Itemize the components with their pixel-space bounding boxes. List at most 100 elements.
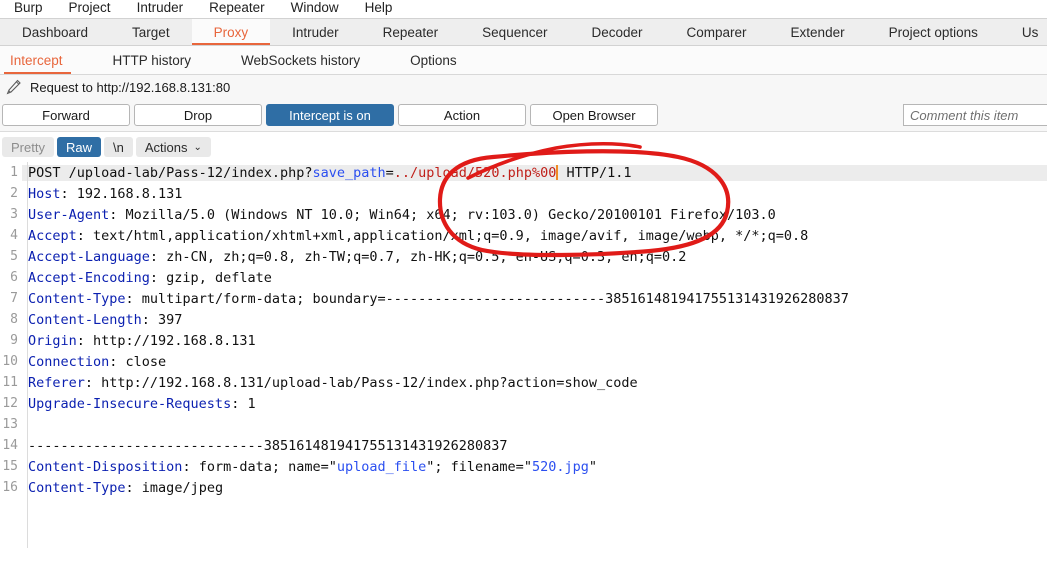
intercept-toggle-button[interactable]: Intercept is on <box>266 104 394 126</box>
code-token: : zh-CN, zh;q=0.8, zh-TW;q=0.7, zh-HK;q=… <box>149 248 687 265</box>
code-token: : 192.168.8.131 <box>60 185 183 202</box>
tab-project-options[interactable]: Project options <box>867 19 1000 45</box>
menu-item-repeater[interactable]: Repeater <box>199 0 281 16</box>
code-line[interactable]: 10 Connection: close <box>0 351 1047 372</box>
forward-button[interactable]: Forward <box>2 104 130 126</box>
menu-item-help[interactable]: Help <box>355 0 409 16</box>
request-editor[interactable]: 1 POST /upload-lab/Pass-12/index.php?save… <box>0 162 1047 548</box>
code-line[interactable]: 12 Upgrade-Insecure-Requests: 1 <box>0 393 1047 414</box>
code-token: Upgrade-Insecure-Requests <box>28 395 232 412</box>
code-line[interactable]: 13 <box>0 414 1047 435</box>
code-token: Origin <box>28 332 77 349</box>
code-line-text[interactable]: POST /upload-lab/Pass-12/index.php?save_… <box>22 164 1047 181</box>
line-number: 10 <box>2 354 18 369</box>
comment-input[interactable]: Comment this item <box>903 104 1047 126</box>
menu-item-intruder[interactable]: Intruder <box>127 0 200 16</box>
menu-item-window[interactable]: Window <box>281 0 355 16</box>
code-line-text[interactable]: Accept-Encoding: gzip, deflate <box>22 270 1047 286</box>
subtab-http-history[interactable]: HTTP history <box>103 46 214 74</box>
main-tab-bar: Dashboard Target Proxy Intruder Repeater… <box>0 18 1047 46</box>
code-line[interactable]: 11 Referer: http://192.168.8.131/upload-l… <box>0 372 1047 393</box>
line-number: 5 <box>10 249 18 264</box>
code-line[interactable]: 7 Content-Type: multipart/form-data; boun… <box>0 288 1047 309</box>
tab-user-options[interactable]: Us <box>1000 19 1047 45</box>
proxy-sub-tab-bar: Intercept HTTP history WebSockets histor… <box>0 46 1047 75</box>
code-token: Referer <box>28 374 85 391</box>
action-button[interactable]: Action <box>398 104 526 126</box>
code-token: -----------------------------38516148194… <box>28 437 508 454</box>
subtab-intercept[interactable]: Intercept <box>0 46 85 74</box>
code-token: : text/html,application/xhtml+xml,applic… <box>76 227 809 244</box>
code-line-text[interactable]: Referer: http://192.168.8.131/upload-lab… <box>22 375 1047 391</box>
code-token: : multipart/form-data; boundary=--------… <box>125 290 849 307</box>
code-token: : 1 <box>231 395 256 412</box>
code-line-text[interactable]: Content-Type: image/jpeg <box>22 480 1047 496</box>
code-token: 520.jpg <box>531 458 589 475</box>
code-token: : Mozilla/5.0 (Windows NT 10.0; Win64; x… <box>109 206 776 223</box>
tab-decoder[interactable]: Decoder <box>569 19 664 45</box>
subtab-websockets-history[interactable]: WebSockets history <box>231 46 382 74</box>
tab-comparer[interactable]: Comparer <box>665 19 769 45</box>
code-line[interactable]: 16 Content-Type: image/jpeg <box>0 477 1047 498</box>
code-line-text[interactable]: Accept: text/html,application/xhtml+xml,… <box>22 228 1047 244</box>
gutter-divider <box>27 162 28 548</box>
actions-menu-label: Actions <box>144 139 188 155</box>
drop-button[interactable]: Drop <box>134 104 262 126</box>
code-line[interactable]: 14 -----------------------------385161481… <box>0 435 1047 456</box>
chevron-down-icon: ⌄ <box>193 141 202 153</box>
code-line[interactable]: 15 Content-Disposition: form-data; name="… <box>0 456 1047 477</box>
code-line-text[interactable]: Upgrade-Insecure-Requests: 1 <box>22 396 1047 412</box>
code-token: : gzip, deflate <box>149 269 272 286</box>
code-line[interactable]: 1 POST /upload-lab/Pass-12/index.php?save… <box>0 162 1047 183</box>
code-token: Accept-Encoding <box>28 269 150 286</box>
code-token: Content-Type <box>28 479 126 496</box>
code-line-text[interactable]: Origin: http://192.168.8.131 <box>22 333 1047 349</box>
line-number: 13 <box>2 417 18 432</box>
menu-item-project[interactable]: Project <box>59 0 127 16</box>
tab-repeater[interactable]: Repeater <box>361 19 461 45</box>
tab-dashboard[interactable]: Dashboard <box>0 19 110 45</box>
line-number: 8 <box>10 312 18 327</box>
pretty-view-button[interactable]: Pretty <box>2 137 54 157</box>
code-line[interactable]: 3 User-Agent: Mozilla/5.0 (Windows NT 10.… <box>0 204 1047 225</box>
code-token: : 397 <box>141 311 183 328</box>
tab-target[interactable]: Target <box>110 19 192 45</box>
open-browser-button[interactable]: Open Browser <box>530 104 658 126</box>
code-line-text[interactable]: Content-Disposition: form-data; name="up… <box>22 459 1047 475</box>
intercept-toolbar: Forward Drop Intercept is on Action Open… <box>0 99 1047 132</box>
code-token: User-Agent <box>28 206 110 223</box>
code-line-text[interactable] <box>22 417 1047 433</box>
code-line[interactable]: 4 Accept: text/html,application/xhtml+xml… <box>0 225 1047 246</box>
menu-item-burp[interactable]: Burp <box>4 0 59 16</box>
raw-view-button[interactable]: Raw <box>56 137 101 157</box>
actions-menu-button[interactable]: Actions ⌄ <box>135 137 211 157</box>
tab-sequencer[interactable]: Sequencer <box>460 19 569 45</box>
code-line-text[interactable]: User-Agent: Mozilla/5.0 (Windows NT 10.0… <box>22 207 1047 223</box>
line-number: 11 <box>2 375 18 390</box>
line-number: 14 <box>2 438 18 453</box>
code-line[interactable]: 5 Accept-Language: zh-CN, zh;q=0.8, zh-TW… <box>0 246 1047 267</box>
code-line-text[interactable]: Connection: close <box>22 354 1047 370</box>
code-line-text[interactable]: Host: 192.168.8.131 <box>22 186 1047 202</box>
code-token: Content-Type <box>28 290 126 307</box>
code-token: Content-Length <box>28 311 142 328</box>
code-line[interactable]: 8 Content-Length: 397 <box>0 309 1047 330</box>
code-line[interactable]: 2 Host: 192.168.8.131 <box>0 183 1047 204</box>
tab-extender[interactable]: Extender <box>769 19 867 45</box>
tab-intruder[interactable]: Intruder <box>270 19 361 45</box>
newline-toggle-button[interactable]: \n <box>103 137 133 157</box>
line-number: 1 <box>10 165 18 180</box>
line-number: 2 <box>10 186 18 201</box>
subtab-options[interactable]: Options <box>400 46 479 74</box>
code-line-text[interactable]: Content-Length: 397 <box>22 312 1047 328</box>
code-line[interactable]: 9 Origin: http://192.168.8.131 <box>0 330 1047 351</box>
request-code-body[interactable]: 1 POST /upload-lab/Pass-12/index.php?save… <box>0 162 1047 498</box>
line-number: 3 <box>10 207 18 222</box>
tab-proxy[interactable]: Proxy <box>191 19 271 45</box>
code-line-text[interactable]: Content-Type: multipart/form-data; bound… <box>22 291 1047 307</box>
code-line-text[interactable]: -----------------------------38516148194… <box>22 438 1047 454</box>
code-token: : close <box>109 353 167 370</box>
code-line[interactable]: 6 Accept-Encoding: gzip, deflate <box>0 267 1047 288</box>
code-token: : http://192.168.8.131/upload-lab/Pass-1… <box>84 374 638 391</box>
code-line-text[interactable]: Accept-Language: zh-CN, zh;q=0.8, zh-TW;… <box>22 249 1047 265</box>
